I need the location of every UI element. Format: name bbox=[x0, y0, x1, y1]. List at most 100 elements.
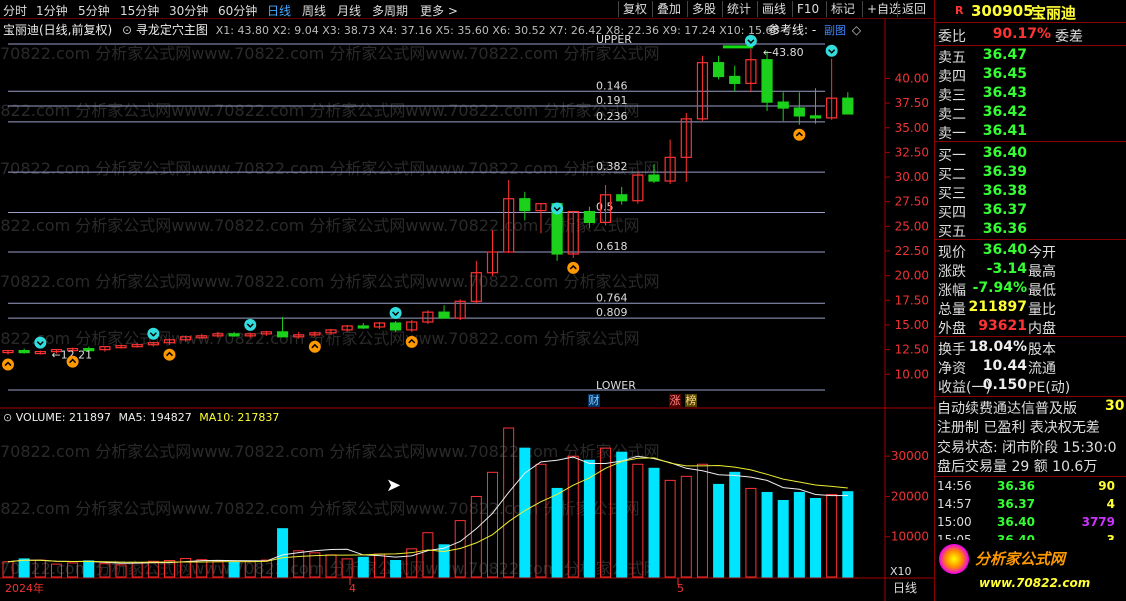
indicator-dropdown-icon[interactable]: ⊙ bbox=[122, 23, 132, 37]
candle-body bbox=[761, 59, 773, 103]
price-axis-label: 22.50 bbox=[895, 244, 929, 258]
indicator-params: X1: 43.80 X2: 9.04 X3: 38.73 X4: 37.16 X… bbox=[215, 24, 780, 37]
watermark-text: 70822.com 分析家公式网www.70822.com 分析家公式网www.… bbox=[0, 44, 659, 63]
stats-button[interactable]: 统计 bbox=[722, 1, 755, 17]
row-label: 买一 bbox=[938, 148, 966, 164]
quote-row: 外盘 93621 内盘 bbox=[935, 317, 1126, 337]
high-price-label: ←43.80 bbox=[763, 46, 804, 59]
volume-ma5: MA5: 194827 bbox=[118, 411, 192, 424]
row-value: 36.40 bbox=[982, 242, 1027, 258]
row-value: 36.40 bbox=[982, 145, 1027, 161]
date-axis-april: 4 bbox=[349, 582, 356, 595]
tab-multi-period[interactable]: 多周期 bbox=[372, 2, 408, 19]
tab-5min[interactable]: 5分钟 bbox=[78, 2, 110, 19]
volume-bar bbox=[793, 491, 805, 578]
row-value: 36.37 bbox=[982, 202, 1027, 218]
row-label: 涨跌 bbox=[938, 264, 966, 280]
row-label: 买二 bbox=[938, 167, 966, 183]
subchart-badge[interactable]: 副图 bbox=[824, 24, 846, 37]
quote-row: 换手 18.04% 股本 bbox=[935, 338, 1126, 358]
watermark-text: 70822.com 分析家公式网www.70822.com 分析家公式网www.… bbox=[0, 442, 659, 461]
date-period-button[interactable]: 日线 bbox=[893, 581, 917, 595]
row-label-2: PE(动) bbox=[1028, 380, 1071, 396]
buy-signal-icon bbox=[405, 335, 418, 348]
tick-volume: 4 bbox=[1106, 497, 1115, 511]
x10-label: X10 bbox=[890, 565, 912, 578]
candle-body bbox=[777, 101, 789, 109]
r-badge: R bbox=[955, 4, 964, 17]
candle-body bbox=[228, 333, 240, 337]
volume-axis: 30000 20000 10000 bbox=[885, 449, 929, 544]
volume-bar bbox=[438, 544, 450, 578]
candle-body bbox=[519, 198, 531, 212]
row-label-2: 今开 bbox=[1028, 245, 1056, 261]
row-value: 36.38 bbox=[982, 183, 1027, 199]
event-tag-rank[interactable]: 榜 bbox=[685, 394, 697, 407]
row-value: 0.150 bbox=[982, 377, 1027, 393]
quote-row: 卖二 36.42 bbox=[935, 103, 1126, 123]
fib-level-label: 0.618 bbox=[596, 240, 628, 253]
row-value: 10.44 bbox=[982, 358, 1027, 374]
tick-time: 15:00 bbox=[937, 515, 972, 529]
tick-row: 14:57 36.37 4 bbox=[935, 497, 1126, 515]
candle-body bbox=[616, 194, 628, 202]
tab-fenshi[interactable]: 分时 bbox=[3, 2, 27, 19]
volume-bar bbox=[648, 467, 660, 578]
tab-15min[interactable]: 15分钟 bbox=[120, 2, 159, 19]
candle-body bbox=[712, 62, 725, 78]
row-value: 36.43 bbox=[982, 85, 1027, 101]
row-label: 涨幅 bbox=[938, 283, 966, 299]
price-axis-label: 35.00 bbox=[895, 121, 929, 135]
logo-url: www.70822.com bbox=[979, 576, 1091, 590]
row-label: 买四 bbox=[938, 205, 966, 221]
date-axis-may: 5 bbox=[677, 582, 684, 595]
tab-more[interactable]: 更多 > bbox=[420, 2, 458, 19]
back-button[interactable]: 返回 bbox=[897, 1, 930, 17]
row-label: 换手 bbox=[938, 342, 966, 358]
quote-row: 收益(一) 0.150 PE(动) bbox=[935, 376, 1126, 396]
fib-level-label: 0.382 bbox=[596, 160, 628, 173]
tab-1min[interactable]: 1分钟 bbox=[36, 2, 68, 19]
after-hours-volume: 盘后交易量 29 额 10.6万 bbox=[937, 459, 1098, 475]
weicha-label: 委差 bbox=[1055, 29, 1083, 45]
stock-title: 宝丽迪(日线,前复权) bbox=[3, 23, 113, 37]
row-label: 净资 bbox=[938, 361, 966, 377]
row-value: 36.42 bbox=[982, 104, 1027, 120]
row-label-2: 最低 bbox=[1028, 283, 1056, 299]
mark-button[interactable]: 标记 bbox=[826, 1, 859, 17]
tick-row: 15:00 36.40 3779 bbox=[935, 515, 1126, 533]
tab-daily[interactable]: 日线 bbox=[267, 2, 291, 19]
volume-bar bbox=[616, 451, 628, 578]
volume-dropdown-icon[interactable]: ⊙ bbox=[3, 411, 12, 424]
tick-time: 14:56 bbox=[937, 479, 972, 493]
volume-bar bbox=[842, 491, 854, 578]
candle-body bbox=[357, 325, 369, 329]
tab-monthly[interactable]: 月线 bbox=[337, 2, 361, 19]
price-axis-label: 17.50 bbox=[895, 293, 929, 307]
weibi-value: 90.17% bbox=[992, 26, 1051, 42]
fib-level-label: 0.146 bbox=[596, 79, 628, 92]
tab-60min[interactable]: 60分钟 bbox=[218, 2, 257, 19]
volume-bar bbox=[810, 497, 821, 578]
fuquan-button[interactable]: 复权 bbox=[618, 1, 651, 17]
quote-row: 买四 36.37 bbox=[935, 201, 1126, 221]
tab-weekly[interactable]: 周线 bbox=[302, 2, 326, 19]
indicator-name[interactable]: 寻龙定穴主图 bbox=[136, 23, 208, 37]
event-tag-limit[interactable]: 涨 bbox=[669, 394, 681, 407]
quote-row: 卖四 36.45 bbox=[935, 65, 1126, 85]
price-axis-label: 20.00 bbox=[895, 269, 929, 283]
notice-line-1[interactable]: 自动续费通达信普及版 bbox=[937, 398, 1077, 418]
overlay-button[interactable]: 叠加 bbox=[652, 1, 685, 17]
f10-button[interactable]: F10 bbox=[792, 1, 823, 17]
quote-row: 涨幅 -7.94% 最低 bbox=[935, 279, 1126, 299]
event-tag-finance[interactable]: 财 bbox=[588, 394, 600, 407]
candle-body bbox=[729, 75, 741, 84]
diamond-icon[interactable]: ◇ bbox=[852, 23, 861, 37]
notice-line-2[interactable]: 注册制 已盈利 表决权无差 bbox=[937, 417, 1100, 437]
kline-chart-area[interactable]: 70822.com 分析家公式网www.70822.com 分析家公式网www.… bbox=[0, 19, 934, 601]
quote-row: 卖五 36.47 bbox=[935, 46, 1126, 66]
sell-signal-icon bbox=[825, 44, 838, 57]
draw-line-button[interactable]: 画线 bbox=[757, 1, 790, 17]
multi-stock-button[interactable]: 多股 bbox=[687, 1, 720, 17]
tab-30min[interactable]: 30分钟 bbox=[169, 2, 208, 19]
